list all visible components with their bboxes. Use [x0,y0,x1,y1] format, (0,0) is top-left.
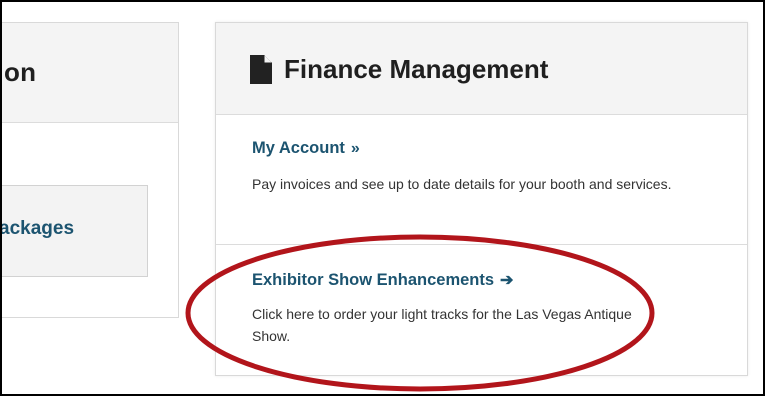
arrow-right-icon: ➔ [500,272,514,289]
my-account-link-label: My Account [252,139,345,157]
finance-management-card: Finance Management My Account » Pay invoi… [215,22,748,376]
my-account-item: My Account » Pay invoices and see up to d… [216,115,747,245]
exhibitor-show-enhancements-item: Exhibitor Show Enhancements ➔ Click here … [216,245,747,375]
description-line-2: Show. [252,328,291,344]
exhibitor-show-enhancements-description: Click here to order your light tracks fo… [252,303,722,347]
packages-button-label: ackages [0,218,75,239]
screenshot-frame: on ackages Finance Management My Account… [0,0,765,396]
left-card: on ackages [0,22,179,318]
exhibitor-show-enhancements-link[interactable]: Exhibitor Show Enhancements ➔ [252,270,513,290]
left-card-header: on [2,23,178,123]
packages-button[interactable]: ackages [0,185,148,277]
description-line-1: Click here to order your light tracks fo… [252,306,632,322]
my-account-link[interactable]: My Account » [252,139,360,158]
finance-card-header: Finance Management [216,23,747,115]
exhibitor-show-enhancements-link-label: Exhibitor Show Enhancements [252,271,495,289]
my-account-description: Pay invoices and see up to date details … [252,176,672,192]
double-chevron-right-icon: » [350,140,360,157]
finance-card-title: Finance Management [284,54,549,84]
left-card-title: on [4,57,37,87]
document-icon [250,55,272,84]
